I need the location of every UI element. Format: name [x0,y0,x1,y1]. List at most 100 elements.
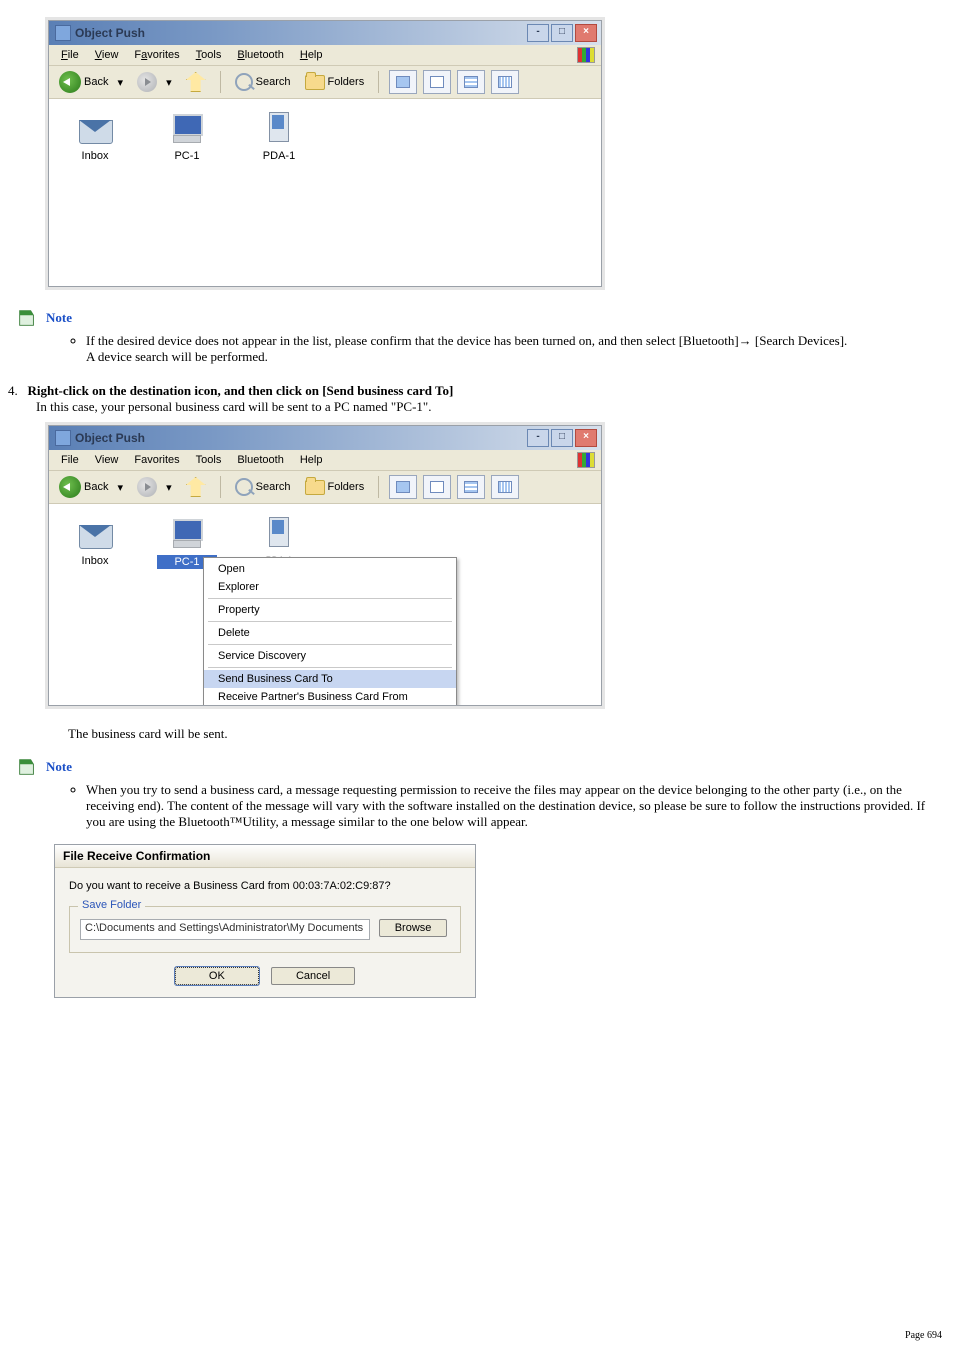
client-area[interactable]: Inbox PC-1 PDA-1 Open Explorer Property … [49,504,601,705]
forward-button[interactable]: ▾ [133,70,176,94]
view-list-button[interactable] [491,475,519,499]
view-tiles-button[interactable] [423,70,451,94]
window-title: Object Push [75,26,145,40]
titlebar[interactable]: Object Push - □ × [49,426,601,450]
back-button[interactable]: Back ▾ [55,474,127,500]
inbox-icon [75,110,115,146]
cm-receive-business-card[interactable]: Receive Partner's Business Card From [204,688,456,705]
forward-icon [137,477,157,497]
folders-button[interactable]: Folders [301,73,369,92]
note-icon [16,756,38,778]
cm-property[interactable]: Property [204,601,456,619]
fwd-dd[interactable]: ▾ [166,76,172,89]
view-thumb-button[interactable] [389,475,417,499]
toolbar: Back ▾ ▾ Search Folders [49,66,601,99]
minimize-button[interactable]: - [527,429,549,447]
note2-body: When you try to send a business card, a … [46,782,946,830]
page-footer: Page 694 [905,1330,942,1341]
menu-favorites[interactable]: Favorites [126,454,187,466]
cm-send-business-card[interactable]: Send Business Card To [204,670,456,688]
menu-view[interactable]: View [87,49,127,61]
window-title: Object Push [75,431,145,445]
back-icon [59,71,81,93]
back-button[interactable]: Back ▾ [55,69,127,95]
search-icon [235,478,253,496]
cm-explorer[interactable]: Explorer [204,578,456,596]
after-win2-text: The business card will be sent. [68,726,946,742]
fwd-dd[interactable]: ▾ [166,481,172,494]
view-icons-button[interactable] [457,70,485,94]
client-area[interactable]: Inbox PC-1 PDA-1 [49,99,601,286]
back-label: Back [84,481,108,493]
note-bullet: If the desired device does not appear in… [86,333,946,365]
menu-tools[interactable]: Tools [188,454,230,466]
save-path-input[interactable]: C:\Documents and Settings\Administrator\… [80,919,370,940]
item-inbox[interactable]: Inbox [65,515,125,569]
item-label: Inbox [65,150,125,162]
cm-separator [208,598,452,599]
minimize-button[interactable]: - [527,24,549,42]
item-inbox[interactable]: Inbox [65,110,125,162]
note-text: If the desired device does not appear in… [86,333,847,348]
context-menu: Open Explorer Property Delete Service Di… [203,557,457,705]
titlebar[interactable]: Object Push - □ × [49,21,601,45]
menu-bluetooth[interactable]: Bluetooth [229,49,292,61]
dialog-title[interactable]: File Receive Confirmation [55,845,475,868]
up-button[interactable] [182,475,210,499]
menu-bluetooth[interactable]: Bluetooth [229,454,291,466]
search-button[interactable]: Search [231,476,295,498]
cm-delete[interactable]: Delete [204,624,456,642]
item-label: Inbox [65,555,125,567]
close-button[interactable]: × [575,429,597,447]
menu-help[interactable]: Help [292,454,331,466]
view-icons-button[interactable] [457,475,485,499]
forward-button[interactable]: ▾ [133,475,176,499]
note2-heading: Note [16,756,946,778]
menu-help[interactable]: Help [292,49,331,61]
menubar: File View Favorites Tools Bluetooth Help [49,450,601,471]
menu-file[interactable]: File [53,49,87,61]
ok-button[interactable]: OK [175,967,259,985]
close-button[interactable]: × [575,24,597,42]
folders-label: Folders [328,481,365,493]
maximize-button[interactable]: □ [551,429,573,447]
back-dd[interactable]: ▾ [118,76,124,89]
search-icon [235,73,253,91]
menubar: File View Favorites Tools Bluetooth Help [49,45,601,66]
window-object-push-1: Object Push - □ × File View Favorites To… [48,20,602,287]
cm-separator [208,644,452,645]
maximize-button[interactable]: □ [551,24,573,42]
inbox-icon [75,515,115,551]
up-button[interactable] [182,70,210,94]
forward-icon [137,72,157,92]
title-icon [55,25,71,41]
windows-flag-icon [577,47,595,63]
note-heading: Note [16,307,946,329]
up-icon [186,477,206,497]
save-folder-group: Save Folder C:\Documents and Settings\Ad… [69,906,461,953]
cm-open[interactable]: Open [204,560,456,578]
item-label: PC-1 [157,150,217,162]
note-icon [16,307,38,329]
window-object-push-2: Object Push - □ × File View Favorites To… [48,425,602,706]
item-pda1[interactable]: PDA-1 [249,110,309,162]
browse-button[interactable]: Browse [379,919,447,937]
item-pc1[interactable]: PC-1 [157,110,217,162]
menu-file[interactable]: File [53,454,87,466]
back-dd[interactable]: ▾ [118,481,124,494]
menu-favorites[interactable]: Favorites [126,49,187,61]
menu-view[interactable]: View [87,454,127,466]
pda-icon [259,515,299,551]
menu-tools[interactable]: Tools [188,49,230,61]
cm-service-discovery[interactable]: Service Discovery [204,647,456,665]
view-list-button[interactable] [491,70,519,94]
item-label: PDA-1 [249,150,309,162]
cm-separator [208,667,452,668]
cancel-button[interactable]: Cancel [271,967,355,985]
search-button[interactable]: Search [231,71,295,93]
folders-button[interactable]: Folders [301,478,369,497]
view-thumb-button[interactable] [389,70,417,94]
note-body: If the desired device does not appear in… [46,333,946,365]
view-tiles-button[interactable] [423,475,451,499]
save-folder-legend: Save Folder [78,899,145,911]
